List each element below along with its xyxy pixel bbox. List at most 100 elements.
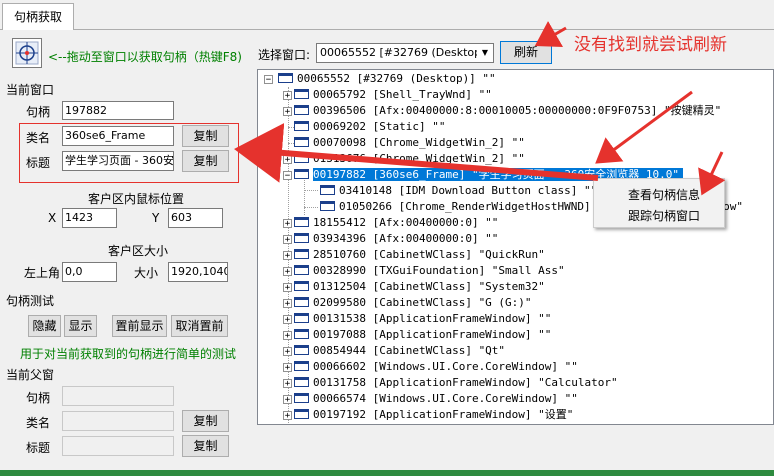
window-icon [294,169,309,179]
handle-field[interactable]: 197882 [62,101,174,120]
expand-icon[interactable]: + [283,347,292,357]
tree-node[interactable]: 00396506 [Afx:00400000:8:00010005:000000… [294,103,721,119]
tree-node[interactable]: 28510760 [CabinetWClass] "QuickRun" [294,247,545,263]
tree-root[interactable]: 00065552 [#32769 (Desktop)] "" [278,71,496,87]
expand-icon[interactable]: + [283,155,292,165]
expand-icon[interactable]: + [283,379,292,389]
parent-handle-label: 句柄 [26,391,51,405]
expand-icon[interactable]: + [283,411,292,421]
copy-parent-class-button[interactable]: 复制 [182,410,229,432]
tree-node-label: 03410148 [IDM Download Button class] "" [339,184,598,197]
tree-node-label: 00854944 [CabinetWClass] "Qt" [313,344,506,357]
parent-title-label: 标题 [26,441,51,455]
bring-to-top-button[interactable]: 置前显示 [112,315,167,337]
crosshair-finder-icon[interactable] [12,38,42,68]
show-button[interactable]: 显示 [64,315,97,337]
expand-icon[interactable]: + [283,331,292,341]
class-label: 类名 [26,131,51,145]
tree-node[interactable]: 00070098 [Chrome_WidgetWin_2] "" [294,135,525,151]
tree-node-label: 01312504 [CabinetWClass] "System32" [313,280,545,293]
parent-class-label: 类名 [26,416,51,430]
handle-label: 句柄 [26,105,51,119]
title-field[interactable]: 学生学习页面 - 360安 [62,151,174,171]
expand-icon[interactable]: + [283,299,292,309]
window-tree[interactable]: − 00065552 [#32769 (Desktop)] "" +00065792… [257,69,774,425]
refresh-button[interactable]: 刷新 [500,41,552,64]
tree-node[interactable]: 00131758 [ApplicationFrameWindow] "Calcu… [294,375,618,391]
collapse-icon[interactable]: − [264,75,273,85]
window-icon [320,185,335,195]
tree-node-label: 00396506 [Afx:00400000:8:00010005:000000… [313,104,722,117]
tree-node[interactable]: 00131538 [ApplicationFrameWindow] "" [294,311,551,327]
expand-icon[interactable]: + [283,91,292,101]
window-icon [294,313,309,323]
window-icon [320,201,335,211]
expand-icon[interactable]: + [283,395,292,405]
expand-icon[interactable]: + [283,267,292,277]
copy-parent-title-button[interactable]: 复制 [182,435,229,457]
tree-node[interactable]: 00069202 [Static] "" [294,119,445,135]
window-icon [294,153,309,163]
expand-icon[interactable]: + [283,235,292,245]
tree-line [304,190,318,191]
tree-node[interactable]: 00066602 [Windows.UI.Core.CoreWindow] "" [294,359,578,375]
parent-window-section: 当前父窗 [6,368,55,382]
expand-icon[interactable]: + [283,363,292,373]
menu-item-view-handle-info[interactable]: 查看句柄信息 [628,186,700,203]
tree-node-label: 01313676 [Chrome_WidgetWin_2] "" [313,152,525,165]
mouse-x-label: X [48,211,57,225]
mouse-y-field[interactable]: 603 [168,208,223,228]
hide-button[interactable]: 隐藏 [28,315,61,337]
tree-node[interactable]: 00197192 [ApplicationFrameWindow] "设置" [294,407,573,423]
top-left-field[interactable]: 0,0 [62,262,117,282]
chevron-down-icon[interactable]: ▼ [477,44,493,62]
tree-node-label: 00065552 [#32769 (Desktop)] "" [297,72,496,85]
handle-test-description: 用于对当前获取到的句柄进行简单的测试 [20,347,237,361]
window-icon [294,121,309,131]
expand-icon[interactable]: + [283,251,292,261]
client-size-section: 客户区大小 [108,244,169,258]
tree-node-label: 00131538 [ApplicationFrameWindow] "" [313,312,552,325]
mouse-x-field[interactable]: 1423 [62,208,117,228]
expand-icon[interactable]: + [283,107,292,117]
tree-node[interactable]: 03934396 [Afx:00400000:0] "" [294,231,498,247]
expand-icon[interactable]: + [283,219,292,229]
tree-node-label: 00069202 [Static] "" [313,120,446,133]
top-left-label: 左上角 [24,266,61,280]
parent-title-field[interactable] [62,436,174,456]
window-icon [294,345,309,355]
expand-icon[interactable]: + [283,283,292,293]
tree-node[interactable]: 00065792 [Shell_TrayWnd] "" [294,87,492,103]
class-field[interactable]: 360se6_Frame [62,126,174,146]
tree-node[interactable]: 02099580 [CabinetWClass] "G (G:)" [294,295,532,311]
tree-node-label: 00131758 [ApplicationFrameWindow] "Calcu… [313,376,618,389]
tree-node[interactable]: 00854944 [CabinetWClass] "Qt" [294,343,505,359]
tree-node[interactable]: 00066574 [Windows.UI.Core.CoreWindow] "" [294,391,578,407]
tree-node-label: 00197088 [ApplicationFrameWindow] "" [313,328,552,341]
cancel-top-button[interactable]: 取消置前 [171,315,228,337]
window-icon [294,297,309,307]
tree-node-label: 03934396 [Afx:00400000:0] "" [313,232,499,245]
window-icon [294,361,309,371]
bottom-bar [0,470,774,476]
parent-class-field[interactable] [62,411,174,431]
tree-node[interactable]: 03410148 [IDM Download Button class] "" [320,183,597,199]
window-icon [294,89,309,99]
size-field[interactable]: 1920,1040 [168,262,228,282]
mouse-y-label: Y [152,211,160,225]
tree-node[interactable]: 01312504 [CabinetWClass] "System32" [294,279,545,295]
parent-handle-field[interactable] [62,386,174,406]
copy-class-button[interactable]: 复制 [182,125,229,147]
expand-icon[interactable]: + [283,315,292,325]
tree-node[interactable]: 01313676 [Chrome_WidgetWin_2] "" [294,151,525,167]
menu-item-track-handle-window[interactable]: 跟踪句柄窗口 [628,207,700,224]
tree-line [304,207,318,208]
collapse-icon[interactable]: − [283,171,292,181]
tree-node[interactable]: 00328990 [TXGuiFoundation] "Small Ass" [294,263,565,279]
tree-node[interactable]: 18155412 [Afx:00400000:0] "" [294,215,498,231]
window-select[interactable]: 00065552 [#32769 (Desktop)] "" ▼ [316,43,494,63]
tree-node[interactable]: 00197088 [ApplicationFrameWindow] "" [294,327,551,343]
tree-node-label: 00066574 [Windows.UI.Core.CoreWindow] "" [313,392,578,405]
copy-title-button[interactable]: 复制 [182,150,229,172]
tab-handle-get[interactable]: 句柄获取 [2,3,74,30]
